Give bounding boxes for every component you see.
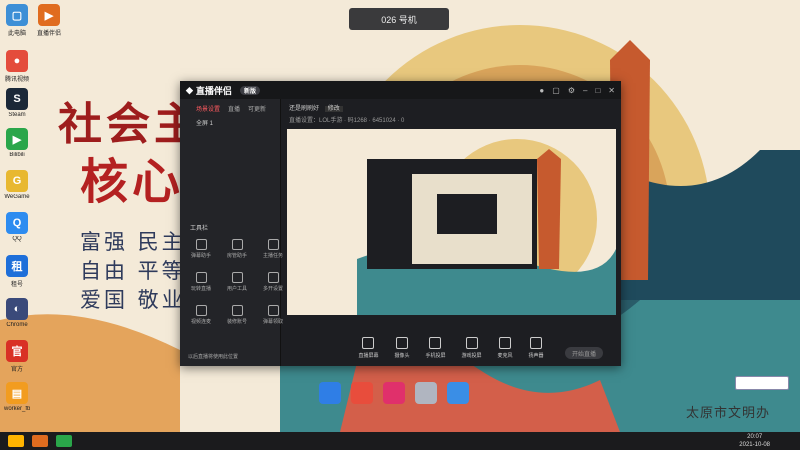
- app-logo: ◆ 直播伴侣 新版: [186, 84, 260, 97]
- tool-icon: [267, 305, 279, 316]
- tool-item[interactable]: 视频连麦: [188, 305, 214, 325]
- tab-update[interactable]: 可更新: [248, 104, 266, 113]
- clock-time: 20:07: [747, 434, 763, 440]
- taskbar-app-icon[interactable]: [32, 435, 48, 447]
- tool-icon: [231, 239, 243, 250]
- control-mic[interactable]: 麦克风: [498, 337, 513, 359]
- tool-icon: [231, 305, 243, 316]
- control-phone[interactable]: 手机投屏: [425, 337, 446, 359]
- values-row: 富强 民主: [80, 230, 186, 254]
- control-game[interactable]: 游戏投屏: [462, 337, 482, 359]
- settings-icon[interactable]: ⚙: [568, 86, 575, 95]
- rent-icon: 租: [6, 255, 28, 277]
- tool-item[interactable]: 用户工具: [224, 272, 250, 292]
- taskbar-app-icon[interactable]: [56, 435, 72, 447]
- microphone-icon: [499, 337, 512, 349]
- tool-icon: [267, 272, 279, 283]
- folder-icon[interactable]: [447, 382, 469, 404]
- tab-live[interactable]: 直播: [228, 104, 240, 113]
- desktop-icon-1[interactable]: ▶ 直播伴侣: [36, 4, 62, 37]
- tool-item[interactable]: 玩转直播: [188, 272, 214, 292]
- tab-scene[interactable]: 场景设置: [196, 104, 220, 113]
- message-icon[interactable]: ▢: [552, 86, 560, 95]
- bottom-hint: 以后直播将使用此位置: [188, 354, 239, 360]
- video-icon: ●: [6, 50, 28, 72]
- values-row: 自由 平等: [80, 259, 186, 283]
- version-badge: 新版: [239, 85, 260, 95]
- control-screen[interactable]: 直播屏幕: [358, 337, 378, 359]
- desktop-dock: [319, 382, 469, 404]
- slogan-line-2: 核心: [80, 154, 185, 210]
- control-bar: 直播屏幕 摄像头 手机投屏 游戏投屏 麦克风 扬声器: [281, 325, 621, 365]
- stream-meta: 直播设置：LOL手游 · 码1268 · 6451024 · 0: [289, 118, 405, 124]
- maximize-icon[interactable]: □: [595, 86, 600, 95]
- screen-icon: [362, 337, 375, 349]
- stream-header: 还是刷刷好 修改 直播设置：LOL手游 · 码1268 · 6451024 · …: [281, 99, 621, 127]
- wallpaper-caption: 太原市文明办: [685, 406, 770, 421]
- values-row: 爱国 敬业: [80, 288, 186, 312]
- search-icon[interactable]: [319, 382, 341, 404]
- app-icon[interactable]: [351, 382, 373, 404]
- taskbar: 20:07 2021-10-08: [0, 432, 800, 450]
- close-icon[interactable]: ✕: [608, 86, 615, 95]
- desktop-icon-8[interactable]: ◐ Chrome: [4, 298, 30, 328]
- app-name: 直播伴侣: [195, 85, 232, 96]
- taskbar-app-icon[interactable]: [8, 435, 24, 447]
- clock-date: 2021-10-08: [739, 442, 770, 448]
- camera-icon: [395, 337, 408, 349]
- start-live-button[interactable]: 开始直播: [565, 347, 603, 359]
- speaker-icon: [530, 337, 543, 349]
- tool-icon: [195, 272, 207, 283]
- tool-icon: [267, 239, 279, 250]
- tools-title: 工具栏: [190, 226, 209, 232]
- edit-title-button[interactable]: 修改: [324, 106, 343, 112]
- core-values: 富强 民主 自由 平等 爱国 敬业: [80, 228, 186, 315]
- phone-icon: [429, 337, 442, 349]
- desktop-icon-0[interactable]: ▢ 此电脑: [4, 4, 30, 37]
- game-icon: ▶: [6, 128, 28, 150]
- app-logo-icon: ◆: [186, 84, 193, 95]
- preview-art: [357, 139, 616, 315]
- device-label: 026 号机: [349, 8, 449, 30]
- main-panel: 还是刷刷好 修改 直播设置：LOL手游 · 码1268 · 6451024 · …: [281, 99, 621, 366]
- folder-icon: ▤: [6, 382, 28, 404]
- qq-icon: Q: [6, 212, 28, 234]
- app-titlebar: ◆ 直播伴侣 新版 ● ▢ ⚙ – □ ✕: [180, 81, 621, 99]
- tool-item[interactable]: 弹幕助手: [188, 239, 214, 259]
- tool-item[interactable]: 装修账号: [224, 305, 250, 325]
- system-clock[interactable]: 20:07 2021-10-08: [739, 433, 770, 449]
- sidebar: 场景设置 直播 可更新 全屏 1 工具栏 弹幕助手 房管助手 主播任务 玩转直播…: [180, 99, 283, 366]
- desktop-icon-9[interactable]: 官官方: [4, 340, 30, 373]
- tool-icon: [195, 239, 207, 250]
- control-speaker[interactable]: 扬声器: [529, 337, 544, 359]
- desktop-icon-2[interactable]: ● 腾讯视频: [4, 50, 30, 83]
- tool-icon: [231, 272, 243, 283]
- desktop-icon-4[interactable]: ▶ Bilibili: [4, 128, 30, 158]
- control-camera[interactable]: 摄像头: [394, 337, 409, 359]
- steam-icon: S: [6, 88, 28, 110]
- trash-icon[interactable]: [415, 382, 437, 404]
- browser-icon: ◐: [6, 298, 28, 320]
- stream-title: 还是刷刷好: [289, 106, 320, 112]
- desktop-icon-10[interactable]: ▤ worker_fb: [4, 382, 30, 412]
- desktop-icon-7[interactable]: 租租号: [4, 255, 30, 288]
- scene-item[interactable]: 全屏 1: [180, 113, 280, 127]
- lock-icon[interactable]: [383, 382, 405, 404]
- ime-toolbar[interactable]: [735, 376, 789, 390]
- avatar[interactable]: ●: [539, 86, 544, 95]
- minimize-icon[interactable]: –: [583, 86, 587, 95]
- game-cast-icon: [465, 337, 478, 349]
- desktop-icon-6[interactable]: Q QQ: [4, 212, 30, 242]
- wegame-icon: G: [6, 170, 28, 192]
- desktop-icon-3[interactable]: S Steam: [4, 88, 30, 118]
- tool-icon: [195, 305, 207, 316]
- tool-item[interactable]: 房管助手: [224, 239, 250, 259]
- stream-preview: [287, 129, 616, 315]
- desktop-icon-5[interactable]: G WeGame: [4, 170, 30, 200]
- official-icon: 官: [6, 340, 28, 362]
- live-companion-window: ◆ 直播伴侣 新版 ● ▢ ⚙ – □ ✕ 场景设置 直播 可更新 全屏 1 工…: [180, 81, 621, 366]
- tools-grid: 弹幕助手 房管助手 主播任务 玩转直播 用户工具 多开设置 视频连麦 装修账号 …: [188, 239, 286, 325]
- computer-icon: ▢: [6, 4, 28, 26]
- live-companion-icon: ▶: [38, 4, 60, 26]
